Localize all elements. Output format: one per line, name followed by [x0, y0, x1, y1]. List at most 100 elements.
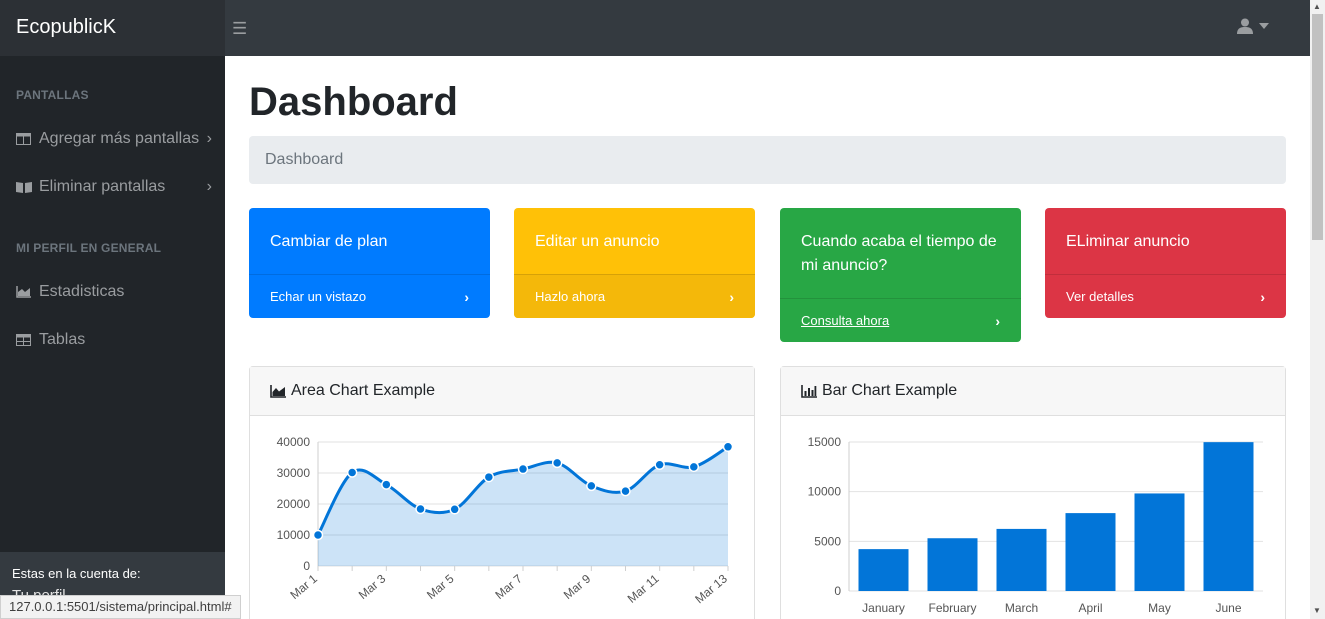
data-point [346, 467, 358, 478]
card-link-label: Hazlo ahora [535, 289, 606, 304]
bar [996, 528, 1047, 591]
area-chart-icon [16, 286, 32, 298]
sidebar-item-label: Agregar más pantallas [39, 130, 200, 147]
area-chart-panel: Area Chart Example 0 10000 20000 30000 40000… [249, 366, 755, 619]
data-point [620, 485, 631, 497]
table-icon [16, 334, 32, 346]
bar [1065, 513, 1116, 591]
sidebar-item-label: Eliminar pantallas [39, 178, 166, 195]
sidebar-item-estadisticas[interactable]: Estadisticas [16, 280, 212, 304]
chevron-right-icon: › [206, 178, 212, 195]
sidebar-item-label: Estadisticas [39, 283, 125, 300]
sidebar-item-tablas[interactable]: Tablas [16, 328, 212, 352]
bar [1203, 442, 1254, 591]
scrollbar-thumb[interactable] [1312, 14, 1323, 240]
area-chart-icon [270, 384, 286, 398]
card-eliminar-anuncio: ELiminar anuncio Ver detalles › [1045, 208, 1286, 318]
sidebar-item-agregar-pantallas[interactable]: Agregar más pantallas › [16, 127, 212, 151]
data-point [722, 441, 734, 453]
sidebar-item-eliminar-pantallas[interactable]: Eliminar pantallas › [16, 175, 212, 199]
sidebar-heading-pantallas: PANTALLAS [16, 88, 89, 102]
card-tiempo-anuncio: Cuando acaba el tiempo de mi anuncio? Co… [780, 208, 1021, 342]
x-tick-label: March [1005, 601, 1038, 615]
page-scrollbar[interactable]: ▲ ▼ [1310, 0, 1325, 619]
scroll-up-arrow-icon[interactable]: ▲ [1313, 2, 1321, 11]
y-tick-label: 30000 [277, 466, 311, 480]
y-tick-label: 10000 [808, 485, 842, 499]
data-point [381, 479, 392, 490]
x-tick-label: June [1215, 601, 1241, 615]
sidebar-item-label: Tablas [39, 331, 86, 348]
x-tick-label: Mar 13 [692, 571, 730, 606]
status-bar-url: 127.0.0.1:5501/sistema/principal.html# [0, 595, 241, 619]
card-link-label: Consulta ahora [801, 313, 890, 328]
data-point [517, 463, 529, 475]
y-tick-label: 10000 [277, 528, 311, 542]
x-tick-label: Mar 3 [356, 571, 389, 602]
card-link-hazlo-ahora[interactable]: Hazlo ahora › [514, 274, 755, 318]
data-point [449, 504, 460, 515]
bar [858, 549, 909, 591]
data-point [688, 461, 700, 473]
data-point [312, 529, 324, 541]
caret-down-icon [1259, 23, 1269, 29]
y-tick-label: 40000 [277, 435, 311, 449]
data-point [415, 503, 426, 515]
sidebar-toggle-button[interactable]: ☰ [232, 19, 247, 39]
y-tick-label: 15000 [808, 435, 842, 449]
bar [1134, 493, 1185, 591]
card-title: ELiminar anuncio [1066, 233, 1190, 250]
data-point [551, 457, 563, 469]
chevron-right-icon: › [729, 289, 734, 305]
sidebar: PANTALLAS Agregar más pantallas › Elimin… [0, 56, 225, 619]
panel-title: Area Chart Example [291, 382, 436, 399]
top-navbar: EcopublicK ☰ [0, 0, 1310, 56]
panel-title: Bar Chart Example [822, 382, 958, 399]
x-tick-label: February [928, 601, 976, 615]
book-open-icon [16, 181, 32, 193]
page-title: Dashboard [249, 80, 458, 124]
area-chart: 0 10000 20000 30000 40000 Mar 1 Mar 3 Mar 5 Mar … [277, 435, 734, 606]
scroll-down-arrow-icon[interactable]: ▼ [1313, 606, 1321, 615]
user-menu-button[interactable] [1237, 18, 1269, 34]
card-link-echar-vistazo[interactable]: Echar un vistazo › [249, 274, 490, 318]
data-point [654, 459, 665, 471]
card-link-label: Echar un vistazo [270, 289, 367, 304]
panel-header: Bar Chart Example [781, 367, 1285, 416]
card-link-label: Ver detalles [1066, 289, 1134, 304]
chevron-right-icon: › [206, 130, 212, 147]
user-icon [1237, 18, 1253, 34]
y-tick-label: 0 [834, 584, 841, 598]
x-tick-label: Mar 11 [625, 571, 662, 605]
sidebar-heading-perfil: MI PERFIL EN GENERAL [16, 241, 162, 255]
x-tick-label: January [862, 601, 905, 615]
bar-chart-panel: Bar Chart Example 0 5000 10000 15000 January… [780, 366, 1286, 619]
bar [927, 538, 978, 591]
card-link-ver-detalles[interactable]: Ver detalles › [1045, 274, 1286, 318]
x-tick-label: Mar 5 [424, 571, 457, 602]
y-tick-label: 20000 [277, 497, 311, 511]
card-title: Cuando acaba el tiempo de mi anuncio? [801, 233, 997, 274]
x-tick-label: April [1078, 601, 1102, 615]
brand-logo[interactable]: EcopublicK [0, 0, 225, 56]
card-title: Editar un anuncio [535, 233, 660, 250]
y-tick-label: 5000 [814, 534, 841, 548]
x-tick-label: Mar 9 [561, 571, 594, 602]
card-cambiar-plan: Cambiar de plan Echar un vistazo › [249, 208, 490, 318]
chevron-right-icon: › [464, 289, 469, 305]
panel-header: Area Chart Example [250, 367, 754, 416]
x-tick-label: Mar 1 [287, 571, 320, 602]
chevron-right-icon: › [1260, 289, 1265, 305]
card-title: Cambiar de plan [270, 233, 388, 250]
card-link-consulta-ahora[interactable]: Consulta ahora › [780, 298, 1021, 342]
columns-icon [16, 133, 32, 145]
data-point [483, 471, 495, 483]
y-tick-label: 0 [303, 559, 310, 573]
bars-icon: ☰ [232, 19, 248, 38]
breadcrumb: Dashboard [249, 136, 1286, 184]
account-label: Estas en la cuenta de: [12, 566, 141, 581]
card-editar-anuncio: Editar un anuncio Hazlo ahora › [514, 208, 755, 318]
data-point [586, 480, 597, 492]
bar-chart: 0 5000 10000 15000 January February March April… [808, 435, 1263, 615]
x-tick-label: Mar 7 [492, 571, 525, 602]
